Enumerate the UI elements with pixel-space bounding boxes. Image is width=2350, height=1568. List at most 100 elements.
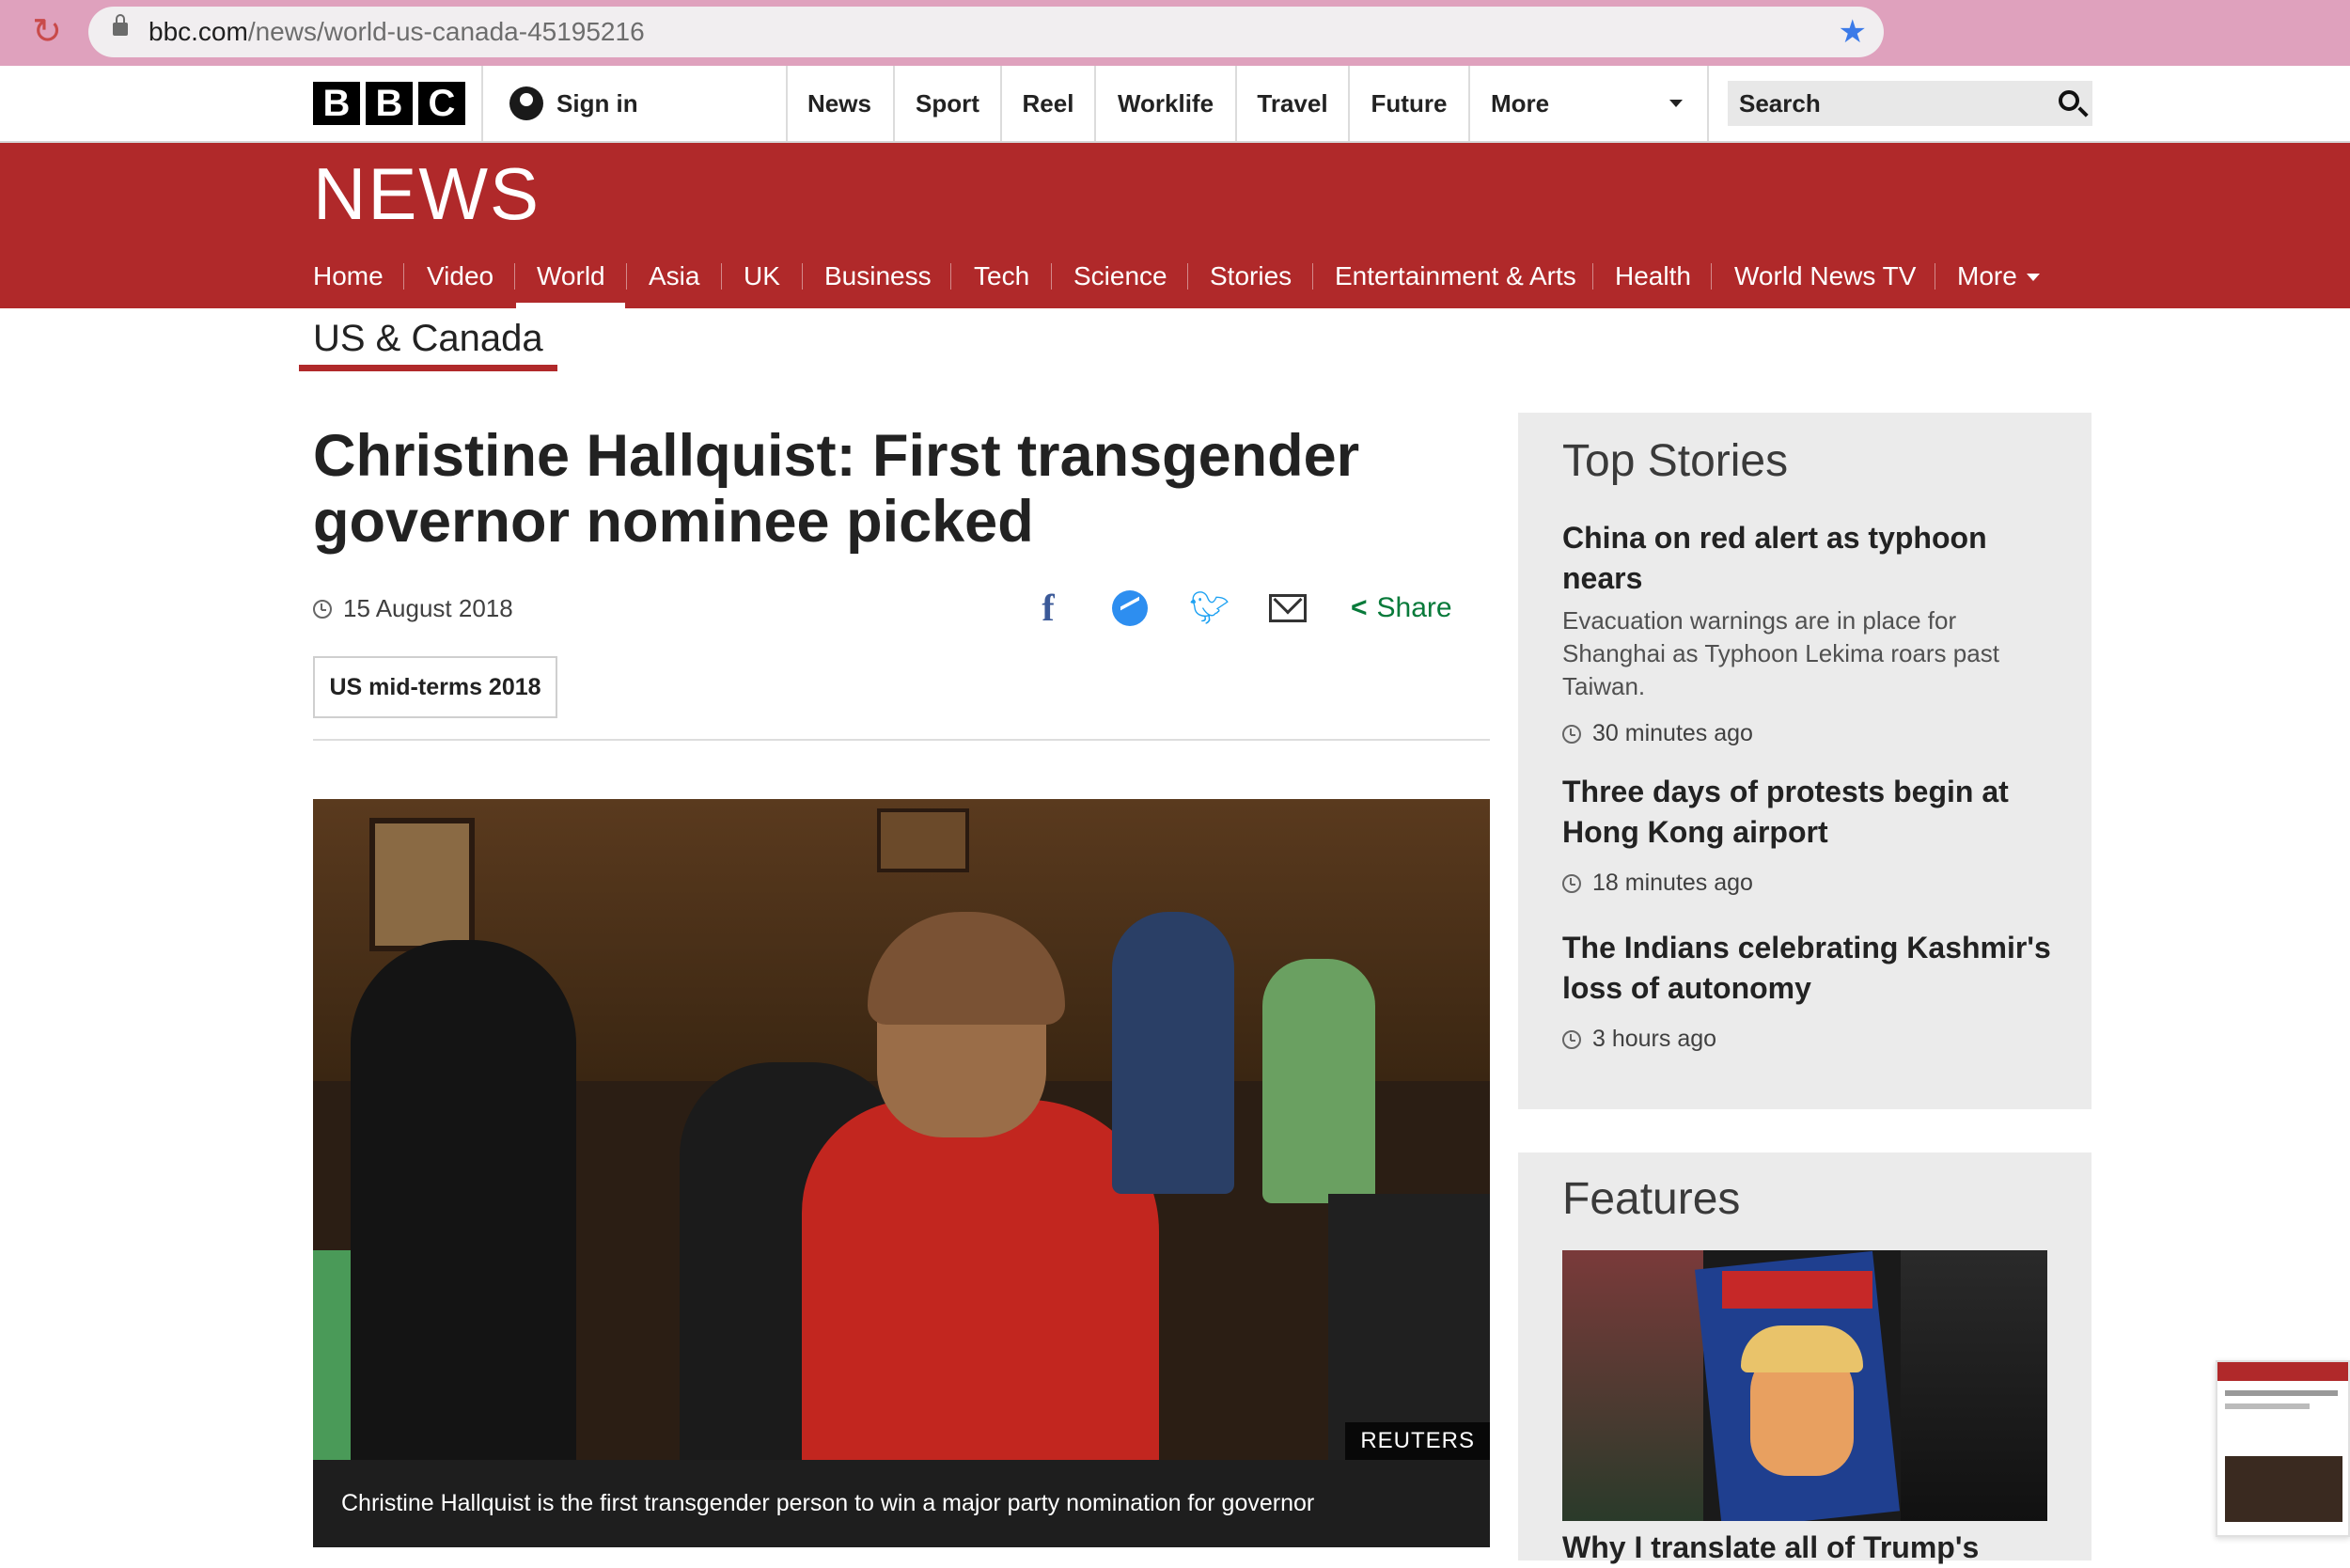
nav-separator (721, 263, 722, 290)
bbc-logo-letter: C (418, 82, 465, 125)
clock-icon (313, 599, 332, 619)
address-bar[interactable]: bbc.com/news/world-us-canada-45195216 ★ (88, 7, 1884, 57)
image-portrait-hair (1741, 1325, 1863, 1372)
story-link[interactable]: The Indians celebrating Kashmir's loss o… (1562, 928, 2051, 1009)
nav-separator (1312, 263, 1313, 290)
bbc-logo[interactable]: B B C (313, 82, 465, 125)
url-path: /news/world-us-canada-45195216 (247, 17, 645, 46)
twitter-icon[interactable]: 🐦︎ (1189, 585, 1230, 632)
gnav-sport[interactable]: Sport (895, 66, 1000, 141)
image-figure-background (1328, 1194, 1490, 1460)
bbc-logo-letter: B (313, 82, 360, 125)
image-figure-red-jacket (802, 1100, 1159, 1460)
section-nav-business[interactable]: Business (824, 243, 932, 308)
search-input[interactable]: Search (1728, 81, 2092, 126)
top-story-item: China on red alert as typhoon nears Evac… (1562, 518, 2051, 747)
gnav-travel[interactable]: Travel (1237, 66, 1348, 141)
features-heading: Features (1562, 1174, 1741, 1224)
bbc-logo-letter: B (366, 82, 413, 125)
section-nav-home[interactable]: Home (313, 243, 384, 308)
nav-separator (626, 263, 627, 290)
story-link[interactable]: Three days of protests begin at Hong Kon… (1562, 772, 2051, 853)
subsection-title[interactable]: US & Canada (313, 315, 543, 362)
section-nav-world[interactable]: World (537, 243, 605, 308)
article-date: 15 August 2018 (313, 594, 513, 623)
bookmark-star-icon[interactable]: ★ (1839, 14, 1867, 50)
story-timestamp: 30 minutes ago (1562, 720, 2051, 747)
reload-icon[interactable]: ↻ (28, 13, 66, 51)
top-story-item: The Indians celebrating Kashmir's loss o… (1562, 928, 2051, 1053)
image-figure-background (1112, 912, 1234, 1194)
url-host: bbc.com (149, 17, 248, 46)
sign-in-label: Sign in (556, 88, 638, 118)
chevron-down-icon[interactable] (1669, 100, 1683, 107)
image-caption: Christine Hallquist is the first transge… (313, 1460, 1490, 1547)
thumbnail-image (2225, 1456, 2342, 1522)
nav-divider (1468, 66, 1470, 141)
section-nav-asia[interactable]: Asia (649, 243, 699, 308)
thumbnail-header (2217, 1362, 2348, 1381)
section-nav-tech[interactable]: Tech (974, 243, 1029, 308)
url-text[interactable]: bbc.com/news/world-us-canada-45195216 (149, 18, 645, 46)
section-nav-more[interactable]: More (1957, 243, 2017, 308)
section-nav-health[interactable]: Health (1615, 243, 1691, 308)
story-time-text: 18 minutes ago (1592, 870, 1753, 896)
feature-image[interactable] (1562, 1250, 2047, 1521)
feature-link[interactable]: Why I translate all of Trump's (1562, 1527, 2070, 1568)
image-shelf (1562, 1250, 1703, 1521)
screenshot-thumbnail[interactable] (2216, 1360, 2350, 1537)
section-nav-science[interactable]: Science (1073, 243, 1167, 308)
story-time-text: 3 hours ago (1592, 1026, 1717, 1052)
share-icon: < (1351, 592, 1368, 623)
section-nav-uk[interactable]: UK (744, 243, 780, 308)
clock-icon (1562, 873, 1581, 893)
news-wordmark[interactable]: NEWS (313, 156, 540, 231)
story-link[interactable]: China on red alert as typhoon nears (1562, 518, 2051, 599)
article-main-image: REUTERS (313, 799, 1490, 1460)
article-date-text: 15 August 2018 (343, 594, 513, 622)
messenger-icon[interactable] (1112, 590, 1148, 626)
chevron-down-icon[interactable] (2027, 274, 2040, 281)
section-nav-stories[interactable]: Stories (1210, 243, 1292, 308)
nav-separator (1592, 263, 1593, 290)
nav-divider (481, 66, 483, 141)
section-nav-entertainment[interactable]: Entertainment & Arts (1335, 243, 1576, 308)
nav-separator (403, 263, 404, 290)
wall-frame (369, 818, 475, 951)
nav-separator (1187, 263, 1188, 290)
topic-tag-button[interactable]: US mid-terms 2018 (313, 656, 557, 718)
gnav-reel[interactable]: Reel (1002, 66, 1094, 141)
search-placeholder: Search (1739, 89, 1821, 118)
thumbnail-line (2225, 1403, 2310, 1409)
thumbnail-line (2225, 1390, 2338, 1396)
share-button[interactable]: < Share (1351, 585, 1452, 632)
gnav-future[interactable]: Future (1350, 66, 1468, 141)
clock-icon (1562, 724, 1581, 744)
clock-icon (1562, 1029, 1581, 1049)
story-summary: Evacuation warnings are in place for Sha… (1562, 606, 1999, 700)
top-stories-panel: Top Stories China on red alert as typhoo… (1518, 413, 2092, 1109)
section-nav: Home Video World Asia UK Business Tech S… (0, 243, 2350, 308)
article-divider (313, 739, 1490, 741)
lock-icon (113, 14, 128, 36)
sign-in-link[interactable]: Sign in (509, 85, 638, 122)
top-story-item: Three days of protests begin at Hong Kon… (1562, 772, 2051, 897)
nav-separator (1711, 263, 1712, 290)
email-icon[interactable] (1269, 594, 1307, 622)
search-icon[interactable] (2059, 90, 2079, 111)
section-nav-world-news-tv[interactable]: World News TV (1734, 243, 1916, 308)
nav-separator (802, 263, 803, 290)
section-nav-video[interactable]: Video (427, 243, 494, 308)
news-masthead: NEWS (0, 143, 2350, 243)
image-figure-dark-hair (351, 940, 576, 1460)
nav-separator (514, 263, 515, 290)
gnav-more[interactable]: More (1491, 66, 1549, 141)
facebook-icon[interactable]: f (1034, 585, 1062, 632)
story-timestamp: 18 minutes ago (1562, 870, 2051, 897)
active-tab-indicator (516, 303, 625, 308)
gnav-worklife[interactable]: Worklife (1096, 66, 1235, 141)
image-credit: REUTERS (1345, 1422, 1490, 1460)
user-icon (509, 86, 543, 120)
image-hand (1901, 1250, 2047, 1521)
gnav-news[interactable]: News (786, 66, 893, 141)
